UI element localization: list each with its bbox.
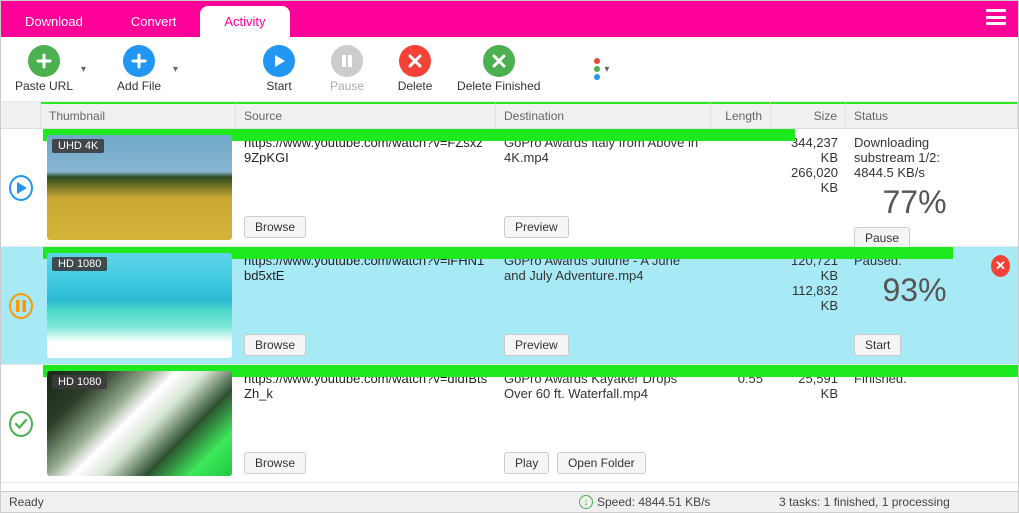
tab-convert[interactable]: Convert xyxy=(107,6,201,37)
x-icon xyxy=(483,45,515,77)
percent-value: 93% xyxy=(854,272,975,309)
status-ready: Ready xyxy=(9,495,579,509)
browse-button[interactable]: Browse xyxy=(244,216,306,238)
pause-button: Pause xyxy=(317,43,377,95)
status-text: Downloading substream 1/2: 4844.5 KB/s xyxy=(854,135,975,180)
paste-url-dropdown[interactable]: ▾ xyxy=(81,64,93,75)
task-row[interactable]: HD 1080 https://www.youtube.com/watch?v=… xyxy=(1,365,1018,483)
length-value xyxy=(711,247,771,364)
column-headers: Thumbnail Source Destination Length Size… xyxy=(1,102,1018,129)
state-done-icon xyxy=(9,411,33,437)
start-button[interactable]: Start xyxy=(249,43,309,95)
quality-badge: HD 1080 xyxy=(52,375,107,389)
thumbnail: HD 1080 xyxy=(47,253,232,358)
tab-activity[interactable]: Activity xyxy=(200,6,289,37)
length-value xyxy=(711,129,771,246)
header-size[interactable]: Size xyxy=(771,102,846,128)
delete-finished-button[interactable]: Delete Finished xyxy=(453,43,544,95)
download-arrow-icon: ↓ xyxy=(579,495,593,509)
size-downloaded: 112,832 KB xyxy=(779,283,838,313)
menu-icon[interactable] xyxy=(986,9,1006,25)
add-file-button[interactable]: Add File xyxy=(109,43,169,95)
play-button[interactable]: Play xyxy=(504,452,549,474)
plus-icon xyxy=(28,45,60,77)
close-icon[interactable]: ✕ xyxy=(991,255,1010,277)
open-folder-button[interactable]: Open Folder xyxy=(557,452,646,474)
top-tab-bar: Download Convert Activity xyxy=(1,1,1018,37)
percent-value: 77% xyxy=(854,184,975,221)
quality-badge: UHD 4K xyxy=(52,139,104,153)
thumbnail: UHD 4K xyxy=(47,135,232,240)
task-row[interactable]: UHD 4K https://www.youtube.com/watch?v=F… xyxy=(1,129,1018,247)
header-length[interactable]: Length xyxy=(711,102,771,128)
header-source[interactable]: Source xyxy=(236,102,496,128)
toolbar: Paste URL ▾ Add File ▾ Start Pause Delet… xyxy=(1,37,1018,102)
view-options-button[interactable]: ▾ xyxy=(590,56,620,82)
browse-button[interactable]: Browse xyxy=(244,334,306,356)
header-status[interactable]: Status xyxy=(846,102,1018,128)
tab-download[interactable]: Download xyxy=(1,6,107,37)
preview-button[interactable]: Preview xyxy=(504,216,569,238)
delete-button[interactable]: Delete xyxy=(385,43,445,95)
state-pause-icon xyxy=(9,293,33,319)
preview-button[interactable]: Preview xyxy=(504,334,569,356)
quality-badge: HD 1080 xyxy=(52,257,107,271)
paste-url-button[interactable]: Paste URL xyxy=(11,43,77,95)
plus-icon xyxy=(123,45,155,77)
dots-icon xyxy=(594,58,600,80)
state-play-icon xyxy=(9,175,33,201)
pause-row-button[interactable]: Pause xyxy=(854,227,910,249)
status-bar: Ready ↓ Speed: 4844.51 KB/s 3 tasks: 1 f… xyxy=(1,491,1018,512)
browse-button[interactable]: Browse xyxy=(244,452,306,474)
start-row-button[interactable]: Start xyxy=(854,334,901,356)
size-downloaded: 266,020 KB xyxy=(779,165,838,195)
add-file-dropdown[interactable]: ▾ xyxy=(173,64,185,75)
play-icon xyxy=(263,45,295,77)
task-list: UHD 4K https://www.youtube.com/watch?v=F… xyxy=(1,129,1018,491)
pause-icon xyxy=(331,45,363,77)
status-speed: Speed: 4844.51 KB/s xyxy=(597,495,710,509)
task-row[interactable]: HD 1080 https://www.youtube.com/watch?v=… xyxy=(1,247,1018,365)
length-value: 0:55 xyxy=(711,365,771,482)
status-tasks: 3 tasks: 1 finished, 1 processing xyxy=(779,495,1010,509)
header-thumbnail[interactable]: Thumbnail xyxy=(41,102,236,128)
header-destination[interactable]: Destination xyxy=(496,102,711,128)
thumbnail: HD 1080 xyxy=(47,371,232,476)
x-icon xyxy=(399,45,431,77)
